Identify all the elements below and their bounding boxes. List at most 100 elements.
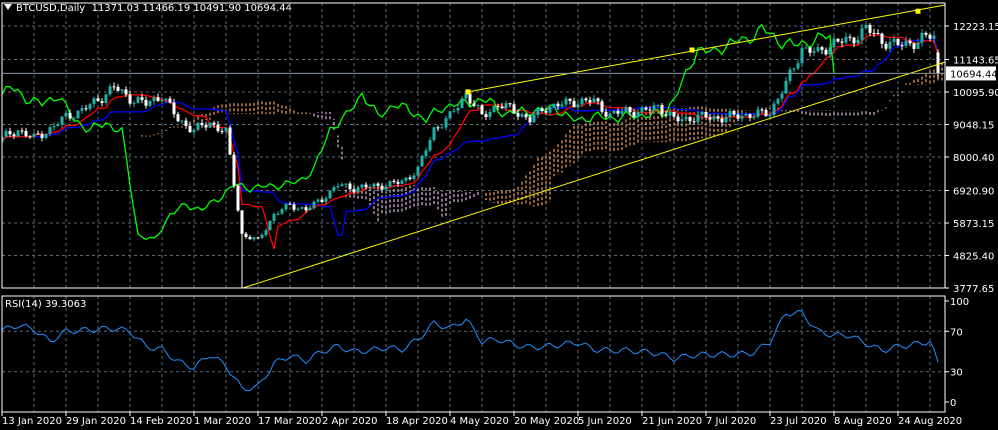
bear-candle (732, 110, 736, 115)
bear-candle (604, 111, 608, 117)
bull-candle (416, 166, 420, 176)
bear-candle (176, 114, 180, 122)
bear-candle (144, 99, 148, 106)
bear-candle (912, 43, 916, 49)
bear-candle (8, 131, 12, 135)
bull-candle (800, 48, 804, 64)
price-axis-label: 8000.40 (953, 153, 994, 164)
bull-candle (4, 131, 8, 137)
bull-candle (120, 89, 124, 91)
bull-candle (892, 38, 896, 42)
bull-candle (728, 110, 732, 117)
bear-candle (840, 41, 844, 43)
bear-candle (660, 105, 664, 115)
date-axis-label: 2 Apr 2020 (322, 416, 377, 427)
bull-candle (180, 120, 184, 122)
rsi-axis-label: 0 (950, 398, 956, 409)
price-axis-label: 5873.15 (953, 219, 994, 230)
bear-candle (292, 204, 296, 210)
bear-candle (392, 180, 396, 183)
bull-candle (280, 209, 284, 214)
date-axis-label: 20 May 2020 (514, 416, 579, 427)
bull-candle (832, 38, 836, 48)
price-chart[interactable]: 12223.15 11143.65 10095.90 9048.15 8000.40 69… (0, 0, 998, 430)
bull-candle (308, 207, 312, 211)
bull-candle (844, 36, 848, 43)
bear-candle (540, 108, 544, 112)
trendlines[interactable] (242, 4, 945, 288)
bear-candle (848, 36, 852, 38)
bear-candle (760, 109, 764, 111)
bear-candle (928, 34, 932, 39)
bull-candle (336, 186, 340, 188)
bull-candle (224, 127, 228, 132)
date-axis-label: 7 Jul 2020 (706, 416, 756, 427)
bear-candle (868, 24, 872, 33)
bull-candle (268, 220, 272, 231)
bear-candle (236, 185, 240, 211)
bear-candle (100, 101, 104, 103)
bear-candle (200, 122, 204, 126)
bear-candle (676, 116, 680, 122)
date-axis-label: 13 Jan 2020 (2, 416, 62, 427)
bull-candle (864, 24, 868, 29)
bull-candle (88, 104, 92, 110)
bear-candle (644, 107, 648, 110)
bear-candle (836, 38, 840, 42)
bear-candle (228, 127, 232, 155)
axes: 12223.15 11143.65 10095.90 9048.15 8000.40 69… (1, 2, 998, 427)
bull-candle (700, 111, 704, 115)
bull-candle (160, 99, 164, 101)
bear-candle (664, 114, 668, 116)
bull-candle (828, 47, 832, 55)
bull-candle (60, 116, 64, 125)
date-axis-label: 29 Jan 2020 (66, 416, 126, 427)
price-axis-label: 9048.15 (953, 120, 994, 131)
bear-candle (128, 94, 132, 104)
bull-candle (812, 51, 816, 53)
bear-candle (572, 100, 576, 108)
bear-candle (96, 98, 100, 102)
bear-candle (220, 131, 224, 133)
bull-candle (504, 103, 508, 109)
bull-candle (32, 133, 36, 137)
bull-candle (772, 103, 776, 116)
bull-candle (580, 98, 584, 105)
bull-candle (916, 42, 920, 49)
bear-candle (116, 86, 120, 91)
price-axis-label: 4825.40 (953, 252, 994, 263)
date-axis-label: 21 Jun 2020 (642, 416, 702, 427)
bear-candle (304, 207, 308, 211)
bear-candle (204, 125, 208, 128)
bear-candle (720, 118, 724, 123)
trendline-upper[interactable] (467, 4, 945, 93)
bear-candle (820, 47, 824, 50)
bull-candle (456, 107, 460, 111)
bear-candle (872, 32, 876, 34)
bear-candle (480, 105, 484, 115)
bull-candle (16, 130, 20, 137)
bear-candle (112, 86, 116, 88)
bull-candle (208, 122, 212, 128)
bull-candle (64, 112, 68, 117)
bear-candle (748, 114, 752, 118)
date-axis-label: 4 May 2020 (450, 416, 509, 427)
bull-candle (492, 106, 496, 112)
bull-candle (452, 110, 456, 112)
bear-candle (320, 199, 324, 202)
bull-candle (368, 186, 372, 188)
rsi-line (2, 309, 939, 391)
bull-candle (548, 107, 552, 113)
bull-candle (264, 230, 268, 236)
bear-candle (584, 98, 588, 101)
bear-candle (140, 97, 144, 100)
bull-candle (592, 98, 596, 103)
bear-candle (468, 93, 472, 104)
bear-candle (172, 102, 176, 115)
bull-candle (384, 186, 388, 190)
bear-candle (908, 40, 912, 44)
date-axis-label: 5 Jun 2020 (578, 416, 632, 427)
bear-candle (484, 114, 488, 118)
bull-candle (792, 68, 796, 70)
bear-candle (500, 106, 504, 109)
